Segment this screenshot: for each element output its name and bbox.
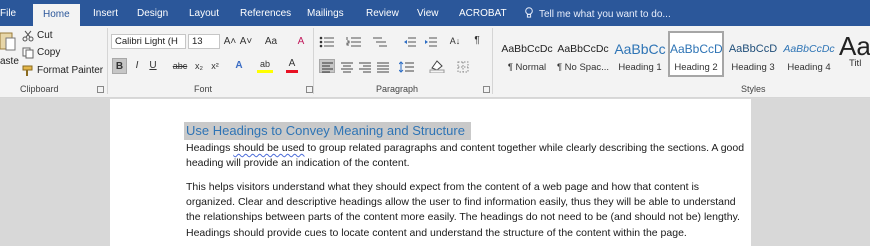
font-size-combo[interactable]: 13 [188,34,220,49]
tab-design[interactable]: Design [137,0,168,26]
tell-me-search[interactable]: Tell me what you want to do... [539,0,671,26]
ribbon-tab-bar: File Home Insert Design Layout Reference… [0,0,870,26]
paragraph-1-start: Headings [186,142,234,154]
paragraph-group-label: Paragraph [376,84,419,94]
text-effects-button[interactable]: A [232,58,246,74]
style-preview: Aa [839,33,870,59]
highlight-color-button[interactable]: ab [257,58,273,73]
style-name: Heading 2 [674,62,718,73]
multilevel-list-icon[interactable] [372,35,388,53]
style-preview: AaBbCcDc [783,43,835,55]
style-normal[interactable]: AaBbCcDc ¶ Normal [499,31,555,77]
sort-button[interactable]: A↓ [448,33,462,49]
tab-insert[interactable]: Insert [93,0,118,26]
format-painter-icon[interactable] [22,64,35,82]
font-color-button[interactable]: A [286,58,298,73]
borders-icon[interactable] [457,60,469,78]
word-window: File Home Insert Design Layout Reference… [0,0,870,246]
paragraph-2[interactable]: This helps visitors understand what they… [186,180,746,241]
change-case-button[interactable]: Aa [260,34,282,50]
scissors-icon[interactable] [22,29,34,47]
document-heading[interactable]: Use Headings to Convey Meaning and Struc… [184,122,471,140]
numbering-icon[interactable] [346,35,362,53]
styles-group: AaBbCcDc ¶ Normal AaBbCcDc ¶ No Spac... … [493,26,870,98]
style-preview: AaBbCc [614,41,666,57]
style-preview: AaBbCcD [670,42,722,56]
paste-icon[interactable] [0,30,16,57]
tab-references[interactable]: References [240,0,291,26]
paragraph-group: A↓ ¶ Paragraph [314,26,492,98]
decrease-indent-icon[interactable] [403,35,417,53]
underline-button[interactable]: U [147,58,159,74]
style-name: Titl [849,58,862,69]
clear-formatting-button[interactable]: A [294,34,308,50]
style-name: ¶ No Spac... [556,62,610,73]
cut-button[interactable]: Cut [37,30,53,41]
tab-mailings[interactable]: Mailings [307,0,344,26]
line-spacing-icon[interactable] [398,60,415,78]
grow-font-button[interactable]: A˄ [223,34,237,50]
style-name: ¶ Normal [507,62,547,73]
bullets-icon[interactable] [319,35,335,53]
style-preview: AaBbCcDc [557,43,609,55]
justify-icon[interactable] [376,60,390,78]
font-name-combo[interactable]: Calibri Light (H [111,34,186,49]
tab-file[interactable]: File [0,0,16,26]
clipboard-launcher-icon[interactable] [97,86,104,93]
show-formatting-button[interactable]: ¶ [471,33,483,49]
ribbon-home: aste Cut Copy Format Painter Clipboard C… [0,26,870,98]
tab-view[interactable]: View [417,0,439,26]
style-preview: AaBbCcD [728,43,778,55]
document-page[interactable]: Use Headings to Convey Meaning and Struc… [110,99,751,246]
paragraph-1[interactable]: Headings should be used to group related… [186,141,746,171]
increase-indent-icon[interactable] [424,35,438,53]
lightbulb-icon [524,0,534,26]
font-group-label: Font [194,84,213,94]
paste-button[interactable]: aste [0,56,19,67]
style-title[interactable]: Aa Titl [839,31,870,77]
shading-icon[interactable] [429,59,445,78]
styles-group-label: Styles [741,84,766,94]
copy-icon[interactable] [22,46,34,64]
align-left-icon[interactable] [319,59,335,73]
tab-layout[interactable]: Layout [189,0,219,26]
clipboard-group: aste Cut Copy Format Painter Clipboard [0,26,107,98]
paragraph-launcher-icon[interactable] [483,86,490,93]
style-heading-2[interactable]: AaBbCcD Heading 2 [668,31,724,77]
tab-acrobat[interactable]: ACROBAT [459,0,507,26]
tab-home[interactable]: Home [33,4,80,26]
style-heading-1[interactable]: AaBbCc Heading 1 [612,31,668,77]
superscript-button[interactable]: x² [208,58,222,74]
align-right-icon[interactable] [358,60,372,78]
grammar-flag[interactable]: should be used [233,142,304,154]
font-launcher-icon[interactable] [306,86,313,93]
copy-button[interactable]: Copy [37,47,60,58]
tab-review[interactable]: Review [366,0,399,26]
shrink-font-button[interactable]: A˅ [239,34,253,50]
format-painter-button[interactable]: Format Painter [37,65,103,76]
italic-button[interactable]: I [131,58,143,74]
clipboard-group-label: Clipboard [20,84,59,94]
style-name: Heading 1 [618,62,662,73]
style-heading-4[interactable]: AaBbCcDc Heading 4 [781,31,837,77]
font-group: Calibri Light (H 13 A˄ A˅ Aa A B I U abc… [108,26,313,98]
style-no-spacing[interactable]: AaBbCcDc ¶ No Spac... [555,31,611,77]
style-name: Heading 3 [731,62,775,73]
style-name: Heading 4 [787,62,831,73]
style-preview: AaBbCcDc [501,43,553,55]
bold-button[interactable]: B [112,58,127,74]
strikethrough-button[interactable]: abc [171,58,189,74]
align-center-icon[interactable] [340,60,354,78]
style-heading-3[interactable]: AaBbCcD Heading 3 [725,31,781,77]
subscript-button[interactable]: x₂ [192,58,206,74]
